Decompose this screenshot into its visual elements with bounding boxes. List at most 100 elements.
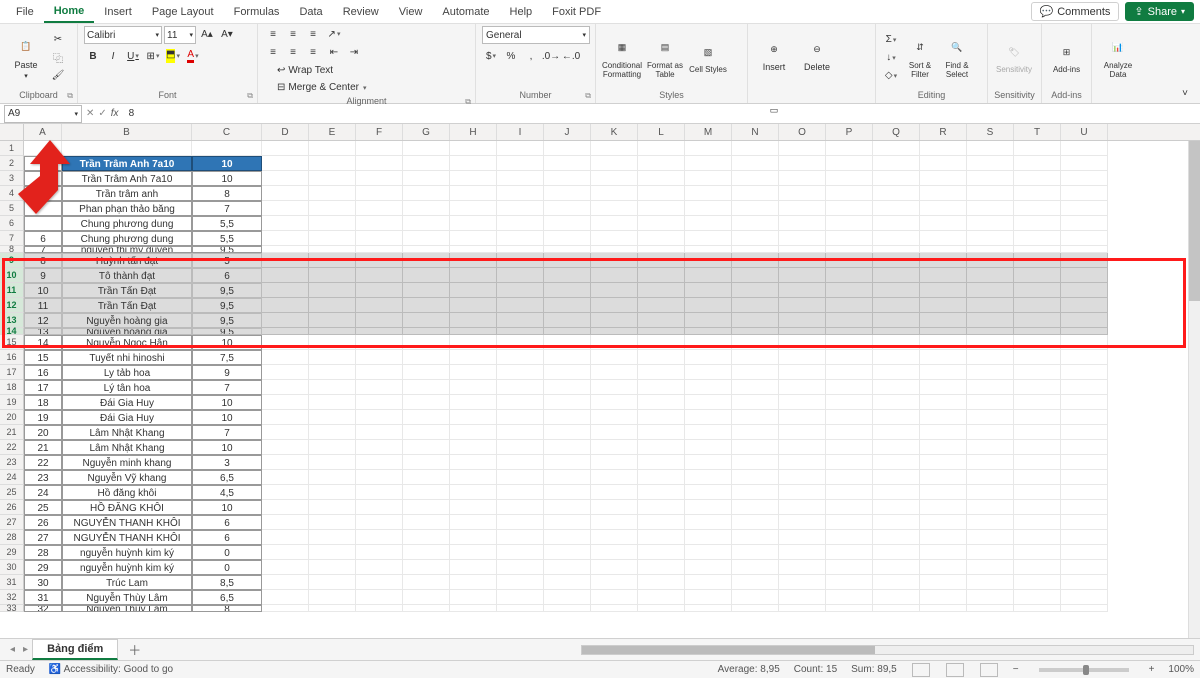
cell[interactable]: [591, 141, 638, 156]
cell[interactable]: [403, 283, 450, 298]
cell[interactable]: [1014, 171, 1061, 186]
cell[interactable]: [356, 328, 403, 335]
row-header[interactable]: 2: [0, 156, 24, 171]
cell[interactable]: [826, 328, 873, 335]
cell[interactable]: [1014, 231, 1061, 246]
cell[interactable]: [920, 500, 967, 515]
cell[interactable]: [262, 335, 309, 350]
sheet-nav-prev[interactable]: ◂: [6, 644, 19, 655]
cell[interactable]: [732, 545, 779, 560]
font-name-select[interactable]: Calibri▾: [84, 26, 162, 44]
cell[interactable]: [403, 500, 450, 515]
row-header[interactable]: 26: [0, 500, 24, 515]
tab-file[interactable]: File: [6, 2, 44, 22]
tab-automate[interactable]: Automate: [432, 2, 499, 22]
cell[interactable]: [591, 216, 638, 231]
cell[interactable]: [309, 605, 356, 612]
cell[interactable]: [920, 455, 967, 470]
cell[interactable]: [920, 575, 967, 590]
cell[interactable]: [967, 313, 1014, 328]
column-header-C[interactable]: C: [192, 124, 262, 140]
cell[interactable]: 5,5: [192, 231, 262, 246]
cell[interactable]: [403, 545, 450, 560]
cell[interactable]: [356, 560, 403, 575]
comma-button[interactable]: ,: [522, 48, 540, 64]
cell[interactable]: [826, 515, 873, 530]
cell[interactable]: [779, 156, 826, 171]
cell[interactable]: [920, 171, 967, 186]
cell[interactable]: [1061, 201, 1108, 216]
cell[interactable]: [403, 201, 450, 216]
column-header-D[interactable]: D: [262, 124, 309, 140]
tab-formulas[interactable]: Formulas: [224, 2, 290, 22]
column-header-Q[interactable]: Q: [873, 124, 920, 140]
cell[interactable]: [356, 605, 403, 612]
cell[interactable]: [967, 590, 1014, 605]
cell[interactable]: [638, 470, 685, 485]
cell[interactable]: [873, 156, 920, 171]
tab-foxit[interactable]: Foxit PDF: [542, 2, 611, 22]
cell[interactable]: [591, 335, 638, 350]
cell[interactable]: [779, 575, 826, 590]
cell[interactable]: [779, 268, 826, 283]
cell[interactable]: [873, 171, 920, 186]
cell[interactable]: [732, 485, 779, 500]
cell[interactable]: [826, 283, 873, 298]
cell[interactable]: [967, 515, 1014, 530]
cell[interactable]: [873, 605, 920, 612]
cell[interactable]: [497, 530, 544, 545]
cell[interactable]: [1061, 440, 1108, 455]
delete-cells-button[interactable]: ⊖Delete: [797, 26, 837, 84]
row-header[interactable]: 29: [0, 545, 24, 560]
cell[interactable]: 0: [192, 545, 262, 560]
cell[interactable]: [309, 350, 356, 365]
italic-button[interactable]: I: [104, 48, 122, 64]
cell[interactable]: [967, 410, 1014, 425]
cell[interactable]: [403, 335, 450, 350]
cell[interactable]: [967, 575, 1014, 590]
cell[interactable]: [544, 440, 591, 455]
column-header-R[interactable]: R: [920, 124, 967, 140]
cell[interactable]: [544, 335, 591, 350]
orientation-button[interactable]: ↗: [325, 26, 343, 42]
cell[interactable]: [497, 470, 544, 485]
cell[interactable]: [873, 335, 920, 350]
cell[interactable]: [309, 216, 356, 231]
cell[interactable]: [732, 605, 779, 612]
cell[interactable]: [638, 365, 685, 380]
cell[interactable]: [1014, 253, 1061, 268]
cell[interactable]: [497, 455, 544, 470]
cell[interactable]: [262, 485, 309, 500]
enter-formula-button[interactable]: ✓: [98, 108, 106, 119]
copy-button[interactable]: ⿻: [49, 50, 67, 66]
cell[interactable]: [591, 500, 638, 515]
cell[interactable]: 10: [24, 283, 62, 298]
cell[interactable]: [779, 141, 826, 156]
cell[interactable]: [262, 560, 309, 575]
cell[interactable]: 10: [192, 335, 262, 350]
comments-button[interactable]: 💬 Comments: [1031, 2, 1120, 21]
cell[interactable]: [403, 440, 450, 455]
cell[interactable]: Lý tân hoa: [62, 380, 192, 395]
cell[interactable]: [732, 350, 779, 365]
cell[interactable]: [779, 313, 826, 328]
cell[interactable]: [262, 470, 309, 485]
view-page-break-button[interactable]: [980, 663, 998, 677]
tab-help[interactable]: Help: [500, 2, 543, 22]
cell[interactable]: 8: [192, 605, 262, 612]
cell[interactable]: [638, 186, 685, 201]
cell[interactable]: [779, 395, 826, 410]
cell[interactable]: [873, 283, 920, 298]
cell[interactable]: [450, 500, 497, 515]
cell[interactable]: Nguyễn Thùy Lâm: [62, 590, 192, 605]
cell[interactable]: [591, 313, 638, 328]
cell[interactable]: [1014, 575, 1061, 590]
cell[interactable]: 18: [24, 395, 62, 410]
cell[interactable]: [450, 455, 497, 470]
decrease-decimal-button[interactable]: ←.0: [562, 48, 580, 64]
cell[interactable]: [1061, 350, 1108, 365]
cell[interactable]: 6: [192, 268, 262, 283]
cell[interactable]: [450, 485, 497, 500]
cell[interactable]: 8,5: [192, 575, 262, 590]
cell[interactable]: [967, 485, 1014, 500]
